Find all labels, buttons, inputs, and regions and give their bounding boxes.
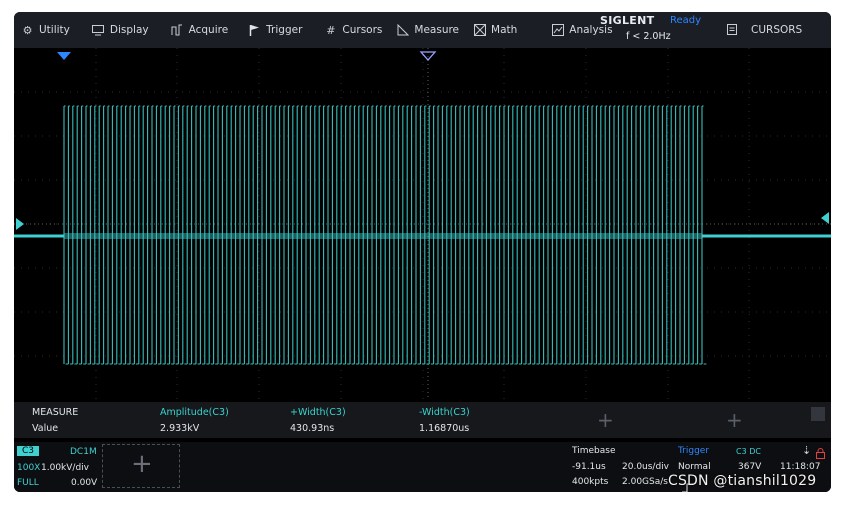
trigger-source: C3 DC <box>736 447 761 456</box>
timebase-descriptor[interactable]: Timebase -91.1us 20.0us/div 400kpts 2.00… <box>566 444 676 490</box>
cursors-panel-label: CURSORS <box>751 24 803 36</box>
measure-row-label: Value <box>32 423 59 434</box>
menu-cursors[interactable]: # Cursors <box>317 12 389 48</box>
menu-utility[interactable]: ⚙ Utility <box>14 12 77 48</box>
trigger-level-marker[interactable] <box>821 212 829 224</box>
bandwidth-limit: FULL <box>17 478 39 488</box>
menu-trigger[interactable]: Trigger <box>241 12 309 48</box>
menu-cursors-label: Cursors <box>342 24 383 36</box>
menu-display[interactable]: Display <box>85 12 156 48</box>
burst-center-band <box>64 233 702 239</box>
menu-acquire-label: Acquire <box>188 24 229 36</box>
menu-math[interactable]: Math <box>466 12 524 48</box>
menu-measure[interactable]: Measure <box>389 12 466 48</box>
measure-val-amplitude: 2.933kV <box>160 423 200 434</box>
waveform-grid[interactable] <box>14 48 831 400</box>
measure-panel: MEASURE Value Amplitude(C3) 2.933kV +Wid… <box>14 402 831 438</box>
waveform-canvas <box>14 48 831 400</box>
menu-math-label: Math <box>491 24 518 36</box>
usb-icon: ⇣ <box>802 444 812 457</box>
trigger-title: Trigger <box>678 446 710 456</box>
menu-trigger-label: Trigger <box>266 24 303 36</box>
gear-icon: ⚙ <box>22 23 33 37</box>
channel-3-descriptor[interactable]: C3 DC1M 100X 1.00kV/div FULL 0.00V <box>16 444 100 490</box>
frequency-counter: f < 2.0Hz <box>626 31 671 42</box>
trigger-flag-icon <box>248 24 261 37</box>
vertical-scale: 1.00kV/div <box>41 463 89 473</box>
analysis-icon <box>551 24 564 37</box>
memory-depth: 400kpts <box>572 477 609 487</box>
math-icon <box>473 24 486 37</box>
top-menu-bar: ⚙ Utility Display Acquire Trigger # Curs… <box>14 12 831 48</box>
probe-attenuation: 100X <box>17 463 41 473</box>
menu-measure-label: Measure <box>414 24 460 36</box>
measure-col-amplitude[interactable]: Amplitude(C3) <box>160 407 229 418</box>
measure-scroll-handle[interactable] <box>811 407 825 421</box>
horizontal-delay: -91.1us <box>572 462 606 472</box>
timebase-title: Timebase <box>572 446 616 456</box>
cursors-hash-icon: # <box>326 23 336 37</box>
add-channel-slot[interactable]: + <box>102 444 180 488</box>
trigger-position-marker[interactable] <box>57 52 71 60</box>
menu-display-label: Display <box>109 24 149 36</box>
trigger-level: 367V <box>738 462 762 472</box>
vertical-offset: 0.00V <box>71 478 98 488</box>
measure-col-pos-width[interactable]: +Width(C3) <box>290 407 346 418</box>
channel-coupling: DC1M <box>70 447 97 457</box>
add-measure-slot-2[interactable]: + <box>726 410 743 430</box>
run-state: Ready <box>670 15 702 26</box>
channel-offset-marker[interactable] <box>16 218 24 230</box>
status-block: SIGLENT Ready f < 2.0Hz <box>596 12 711 48</box>
menu-utility-label: Utility <box>39 24 70 36</box>
sample-rate: 2.00GSa/s <box>622 477 668 487</box>
monitor-icon <box>92 24 105 37</box>
channel-name-badge: C3 <box>17 446 40 456</box>
measure-ruler-icon <box>396 24 409 37</box>
add-measure-slot-1[interactable]: + <box>597 410 614 430</box>
watermark-text: CSDN @tianshil1029 <box>668 473 817 489</box>
brand-logo: SIGLENT <box>600 14 655 27</box>
clock-time: 11:18:07 <box>780 462 821 472</box>
measure-val-neg-width: 1.16870us <box>419 423 470 434</box>
channel-3-waveform <box>14 105 831 365</box>
acquire-wave-icon <box>171 24 184 37</box>
oscilloscope-screen: ⚙ Utility Display Acquire Trigger # Curs… <box>14 12 831 492</box>
cursors-panel-button[interactable]: CURSORS <box>719 12 831 48</box>
horizontal-scale: 20.0us/div <box>622 462 670 472</box>
menu-acquire[interactable]: Acquire <box>164 12 236 48</box>
trigger-mode: Normal <box>678 462 711 472</box>
measure-title: MEASURE <box>32 407 79 418</box>
clipboard-icon <box>727 23 737 38</box>
measure-col-neg-width[interactable]: -Width(C3) <box>419 407 470 418</box>
lock-icon <box>816 444 825 463</box>
measure-val-pos-width: 430.93ns <box>290 423 335 434</box>
add-channel-plus-icon: + <box>131 449 153 479</box>
